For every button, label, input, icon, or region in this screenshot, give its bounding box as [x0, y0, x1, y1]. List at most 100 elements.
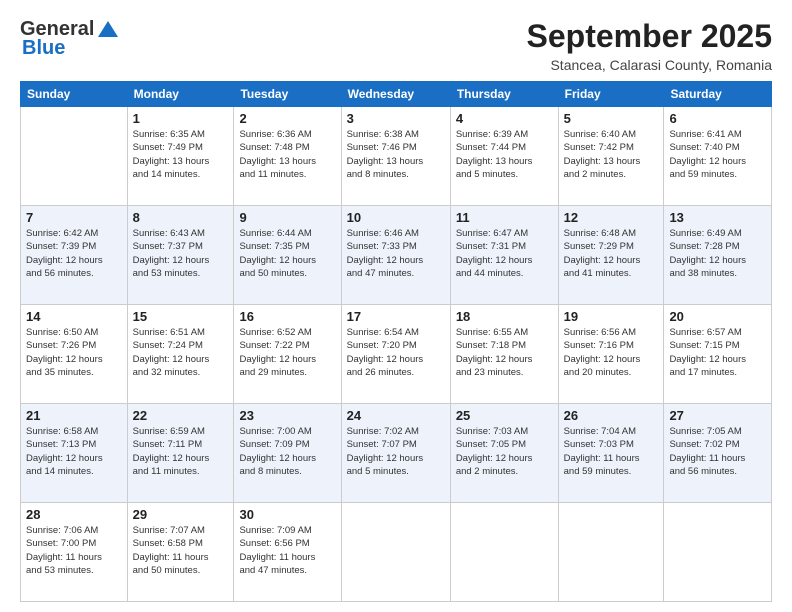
day-cell — [450, 503, 558, 602]
day-cell: 5 Sunrise: 6:40 AM Sunset: 7:42 PM Daylig… — [558, 107, 664, 206]
header-cell-thursday: Thursday — [450, 82, 558, 107]
day-cell: 28 Sunrise: 7:06 AM Sunset: 7:00 PM Dayli… — [21, 503, 128, 602]
header-cell-sunday: Sunday — [21, 82, 128, 107]
day-info: Sunrise: 6:40 AM Sunset: 7:42 PM Dayligh… — [564, 128, 659, 181]
day-cell: 26 Sunrise: 7:04 AM Sunset: 7:03 PM Dayli… — [558, 404, 664, 503]
calendar-header: SundayMondayTuesdayWednesdayThursdayFrid… — [21, 82, 772, 107]
day-number: 23 — [239, 408, 335, 423]
day-cell: 13 Sunrise: 6:49 AM Sunset: 7:28 PM Dayli… — [664, 206, 772, 305]
day-cell: 8 Sunrise: 6:43 AM Sunset: 7:37 PM Daylig… — [127, 206, 234, 305]
day-cell: 20Sunrise: 6:57 AM Sunset: 7:15 PM Dayli… — [664, 305, 772, 404]
week-row-2: 14Sunrise: 6:50 AM Sunset: 7:26 PM Dayli… — [21, 305, 772, 404]
logo: General Blue — [20, 18, 118, 60]
day-number: 15 — [133, 309, 229, 324]
day-number: 26 — [564, 408, 659, 423]
day-number: 12 — [564, 210, 659, 225]
day-cell: 25 Sunrise: 7:03 AM Sunset: 7:05 PM Dayli… — [450, 404, 558, 503]
day-cell: 17 Sunrise: 6:54 AM Sunset: 7:20 PM Dayli… — [341, 305, 450, 404]
day-cell: 23 Sunrise: 7:00 AM Sunset: 7:09 PM Dayli… — [234, 404, 341, 503]
day-number: 14 — [26, 309, 122, 324]
day-number: 5 — [564, 111, 659, 126]
day-number: 30 — [239, 507, 335, 522]
day-number: 8 — [133, 210, 229, 225]
day-cell: 12 Sunrise: 6:48 AM Sunset: 7:29 PM Dayli… — [558, 206, 664, 305]
day-info: Sunrise: 6:51 AM Sunset: 7:24 PM Dayligh… — [133, 326, 229, 379]
week-row-0: 1 Sunrise: 6:35 AM Sunset: 7:49 PM Daylig… — [21, 107, 772, 206]
day-cell — [664, 503, 772, 602]
day-info: Sunrise: 6:57 AM Sunset: 7:15 PM Dayligh… — [669, 326, 766, 379]
day-cell: 11 Sunrise: 6:47 AM Sunset: 7:31 PM Dayli… — [450, 206, 558, 305]
day-number: 17 — [347, 309, 445, 324]
day-info: Sunrise: 6:46 AM Sunset: 7:33 PM Dayligh… — [347, 227, 445, 280]
day-info: Sunrise: 6:44 AM Sunset: 7:35 PM Dayligh… — [239, 227, 335, 280]
day-info: Sunrise: 6:41 AM Sunset: 7:40 PM Dayligh… — [669, 128, 766, 181]
day-info: Sunrise: 6:54 AM Sunset: 7:20 PM Dayligh… — [347, 326, 445, 379]
day-number: 16 — [239, 309, 335, 324]
day-info: Sunrise: 6:38 AM Sunset: 7:46 PM Dayligh… — [347, 128, 445, 181]
day-cell — [21, 107, 128, 206]
day-number: 13 — [669, 210, 766, 225]
day-number: 19 — [564, 309, 659, 324]
day-number: 4 — [456, 111, 553, 126]
day-cell: 2Sunrise: 6:36 AM Sunset: 7:48 PM Daylig… — [234, 107, 341, 206]
day-cell: 10 Sunrise: 6:46 AM Sunset: 7:33 PM Dayli… — [341, 206, 450, 305]
day-cell: 1 Sunrise: 6:35 AM Sunset: 7:49 PM Daylig… — [127, 107, 234, 206]
day-info: Sunrise: 6:43 AM Sunset: 7:37 PM Dayligh… — [133, 227, 229, 280]
day-info: Sunrise: 6:47 AM Sunset: 7:31 PM Dayligh… — [456, 227, 553, 280]
week-row-3: 21 Sunrise: 6:58 AM Sunset: 7:13 PM Dayli… — [21, 404, 772, 503]
day-number: 27 — [669, 408, 766, 423]
day-cell: 18Sunrise: 6:55 AM Sunset: 7:18 PM Dayli… — [450, 305, 558, 404]
day-info: Sunrise: 7:07 AM Sunset: 6:58 PM Dayligh… — [133, 524, 229, 577]
day-info: Sunrise: 7:03 AM Sunset: 7:05 PM Dayligh… — [456, 425, 553, 478]
day-number: 21 — [26, 408, 122, 423]
day-cell: 16 Sunrise: 6:52 AM Sunset: 7:22 PM Dayli… — [234, 305, 341, 404]
day-cell: 6 Sunrise: 6:41 AM Sunset: 7:40 PM Daylig… — [664, 107, 772, 206]
main-title: September 2025 — [527, 18, 772, 55]
calendar: SundayMondayTuesdayWednesdayThursdayFrid… — [20, 81, 772, 602]
day-cell — [558, 503, 664, 602]
logo-blue-text: Blue — [22, 37, 65, 59]
day-cell: 21 Sunrise: 6:58 AM Sunset: 7:13 PM Dayli… — [21, 404, 128, 503]
day-cell: 14Sunrise: 6:50 AM Sunset: 7:26 PM Dayli… — [21, 305, 128, 404]
day-number: 28 — [26, 507, 122, 522]
day-info: Sunrise: 6:49 AM Sunset: 7:28 PM Dayligh… — [669, 227, 766, 280]
day-number: 24 — [347, 408, 445, 423]
day-info: Sunrise: 6:42 AM Sunset: 7:39 PM Dayligh… — [26, 227, 122, 280]
subtitle: Stancea, Calarasi County, Romania — [527, 57, 772, 73]
day-cell: 24 Sunrise: 7:02 AM Sunset: 7:07 PM Dayli… — [341, 404, 450, 503]
day-cell: 19Sunrise: 6:56 AM Sunset: 7:16 PM Dayli… — [558, 305, 664, 404]
header: General Blue September 2025 Stancea, Cal… — [20, 18, 772, 73]
day-info: Sunrise: 7:05 AM Sunset: 7:02 PM Dayligh… — [669, 425, 766, 478]
day-number: 6 — [669, 111, 766, 126]
day-info: Sunrise: 6:58 AM Sunset: 7:13 PM Dayligh… — [26, 425, 122, 478]
day-info: Sunrise: 7:09 AM Sunset: 6:56 PM Dayligh… — [239, 524, 335, 577]
day-cell: 22Sunrise: 6:59 AM Sunset: 7:11 PM Dayli… — [127, 404, 234, 503]
day-cell: 3 Sunrise: 6:38 AM Sunset: 7:46 PM Daylig… — [341, 107, 450, 206]
day-info: Sunrise: 6:52 AM Sunset: 7:22 PM Dayligh… — [239, 326, 335, 379]
header-cell-friday: Friday — [558, 82, 664, 107]
day-info: Sunrise: 7:06 AM Sunset: 7:00 PM Dayligh… — [26, 524, 122, 577]
page: General Blue September 2025 Stancea, Cal… — [0, 0, 792, 612]
day-info: Sunrise: 6:39 AM Sunset: 7:44 PM Dayligh… — [456, 128, 553, 181]
day-cell — [341, 503, 450, 602]
day-info: Sunrise: 7:04 AM Sunset: 7:03 PM Dayligh… — [564, 425, 659, 478]
day-info: Sunrise: 7:02 AM Sunset: 7:07 PM Dayligh… — [347, 425, 445, 478]
day-number: 9 — [239, 210, 335, 225]
header-cell-monday: Monday — [127, 82, 234, 107]
day-number: 3 — [347, 111, 445, 126]
day-number: 11 — [456, 210, 553, 225]
day-cell: 27 Sunrise: 7:05 AM Sunset: 7:02 PM Dayli… — [664, 404, 772, 503]
title-block: September 2025 Stancea, Calarasi County,… — [527, 18, 772, 73]
week-row-4: 28 Sunrise: 7:06 AM Sunset: 7:00 PM Dayli… — [21, 503, 772, 602]
day-number: 25 — [456, 408, 553, 423]
day-number: 1 — [133, 111, 229, 126]
day-number: 18 — [456, 309, 553, 324]
day-info: Sunrise: 6:36 AM Sunset: 7:48 PM Dayligh… — [239, 128, 335, 181]
day-info: Sunrise: 7:00 AM Sunset: 7:09 PM Dayligh… — [239, 425, 335, 478]
header-cell-saturday: Saturday — [664, 82, 772, 107]
day-info: Sunrise: 6:35 AM Sunset: 7:49 PM Dayligh… — [133, 128, 229, 181]
day-number: 29 — [133, 507, 229, 522]
day-info: Sunrise: 6:48 AM Sunset: 7:29 PM Dayligh… — [564, 227, 659, 280]
day-cell: 4 Sunrise: 6:39 AM Sunset: 7:44 PM Daylig… — [450, 107, 558, 206]
day-number: 10 — [347, 210, 445, 225]
